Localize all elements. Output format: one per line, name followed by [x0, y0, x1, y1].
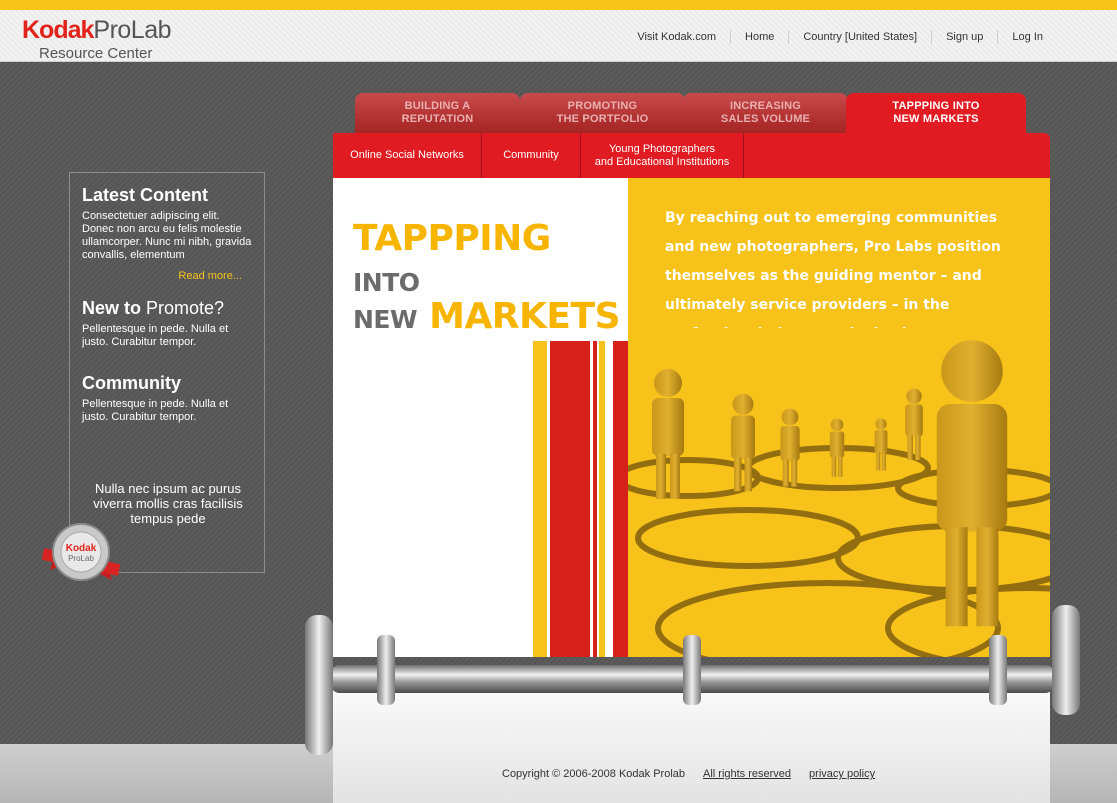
tab-label-line2: NEW MARKETS	[893, 113, 979, 125]
tab-new-markets[interactable]: TAPPPING INTO NEW MARKETS	[846, 93, 1026, 133]
sub-navigation: Online Social Networks Community Young P…	[333, 133, 1050, 178]
page-headline: TAPPPING INTO NEW MARKETS	[353, 218, 628, 337]
tab-label-line2: REPUTATION	[401, 113, 474, 125]
subnav-label: Online Social Networks	[350, 149, 464, 161]
sidebar: Latest Content Consectetuer adipiscing e…	[69, 172, 265, 573]
tab-label-line1: TAPPPING INTO	[892, 100, 980, 112]
privacy-policy-link[interactable]: privacy policy	[809, 768, 875, 780]
community-text: Pellentesque in pede. Nulla et justo. Cu…	[82, 398, 229, 423]
intro-area: By reaching out to emerging communities …	[628, 178, 1050, 657]
promote-title-bold: New to	[82, 298, 142, 318]
nav-sign-up[interactable]: Sign up	[931, 30, 997, 44]
read-more-link[interactable]: Read more...	[82, 270, 242, 282]
nav-log-in[interactable]: Log In	[997, 30, 1057, 44]
logo-product: ProLab	[93, 16, 172, 44]
latest-content-text: Consectetuer adipiscing elit. Donec non …	[82, 210, 252, 261]
headline-small-2: NEW	[353, 305, 418, 334]
all-rights-reserved-link[interactable]: All rights reserved	[703, 768, 791, 780]
logo-subtitle: Resource Center	[39, 45, 153, 62]
community-block: Community Pellentesque in pede. Nulla et…	[82, 373, 254, 424]
seal-product: ProLab	[68, 554, 94, 563]
subnav-online-social-networks[interactable]: Online Social Networks	[333, 133, 482, 178]
latest-content-block: Latest Content Consectetuer adipiscing e…	[82, 185, 254, 282]
nav-visit-kodak[interactable]: Visit Kodak.com	[623, 30, 730, 44]
subnav-community[interactable]: Community	[482, 133, 581, 178]
seal-brand: Kodak	[66, 543, 97, 554]
tab-label-line2: THE PORTFOLIO	[556, 113, 649, 125]
top-nav: Visit Kodak.com Home Country [United Sta…	[623, 30, 1057, 44]
scroll-roller-icon	[305, 605, 1080, 755]
tab-label-line1: BUILDING A	[404, 100, 471, 112]
tab-promoting-portfolio[interactable]: PROMOTING THE PORTFOLIO	[520, 93, 685, 133]
tab-label-line1: PROMOTING	[567, 100, 638, 112]
subnav-label: Community	[503, 149, 559, 161]
nav-home[interactable]: Home	[730, 30, 788, 44]
subnav-label-line1: Young Photographers	[608, 142, 715, 155]
tab-increasing-sales[interactable]: INCREASING SALES VOLUME	[683, 93, 848, 133]
kodak-prolab-logo[interactable]: KodakProLab Resource Center	[22, 16, 172, 62]
content-panel: TAPPPING INTO NEW MARKETS By reaching ou…	[333, 178, 1050, 657]
promote-text: Pellentesque in pede. Nulla et justo. Cu…	[82, 323, 229, 348]
nav-country[interactable]: Country [United States]	[788, 30, 931, 44]
latest-content-title: Latest Content	[82, 185, 208, 205]
headline-area: TAPPPING INTO NEW MARKETS	[333, 178, 628, 657]
top-accent-stripe	[0, 0, 1117, 10]
promote-block: New to Promote? Pellentesque in pede. Nu…	[82, 298, 254, 349]
promote-title: New to Promote?	[82, 298, 254, 319]
community-title: Community	[82, 373, 181, 393]
copyright-text: Copyright © 2006-2008 Kodak Prolab	[502, 768, 685, 780]
tab-building-reputation[interactable]: BUILDING A REPUTATION	[355, 93, 520, 133]
subnav-label-line2: and Educational Institutions	[594, 155, 730, 168]
kodak-prolab-seal-icon: Kodak ProLab	[38, 523, 124, 581]
tab-label-line1: INCREASING	[729, 100, 802, 112]
promote-title-light: Promote?	[146, 298, 225, 318]
sidebar-quote: Nulla nec ipsum ac purus viverra mollis …	[93, 481, 243, 526]
headline-small-1: INTO	[353, 268, 420, 297]
logo-brand: Kodak	[22, 16, 94, 44]
site-footer: Copyright © 2006-2008 Kodak Prolab All r…	[502, 768, 875, 780]
site-header: KodakProLab Resource Center Visit Kodak.…	[0, 10, 1117, 62]
headline-big-1: TAPPPING	[353, 218, 551, 259]
subnav-young-photographers[interactable]: Young Photographers and Educational Inst…	[581, 133, 744, 178]
headline-big-2: MARKETS	[429, 296, 621, 337]
tab-label-line2: SALES VOLUME	[720, 113, 811, 125]
